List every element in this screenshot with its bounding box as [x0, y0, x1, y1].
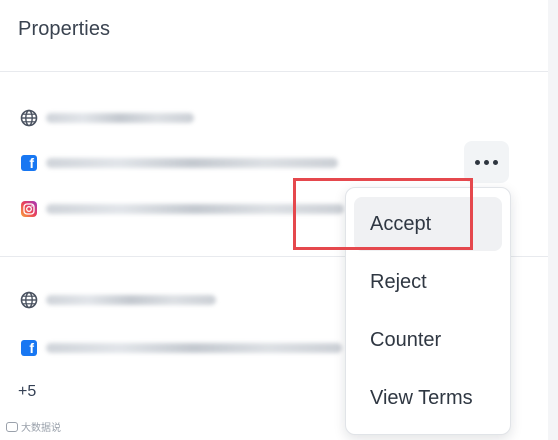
facebook-icon: f [20, 339, 38, 357]
more-dot [493, 159, 498, 165]
redacted-value [46, 343, 342, 353]
watermark: 大数据说 [6, 419, 61, 434]
more-properties-count[interactable]: +5 [18, 383, 36, 401]
more-options-button[interactable] [464, 141, 509, 183]
property-row-facebook[interactable]: f [20, 338, 342, 358]
menu-item-view-terms[interactable]: View Terms [354, 371, 502, 425]
menu-item-reject[interactable]: Reject [354, 255, 502, 309]
property-row-instagram[interactable] [20, 199, 344, 219]
globe-icon [20, 291, 38, 309]
property-row-facebook[interactable]: f [20, 153, 338, 173]
redacted-value [46, 113, 194, 123]
redacted-value [46, 204, 344, 214]
panel-title: Properties [18, 18, 111, 40]
property-row-website[interactable] [20, 108, 194, 128]
redacted-value [46, 158, 338, 168]
menu-item-accept[interactable]: Accept [354, 197, 502, 251]
more-horizontal-icon [475, 159, 480, 165]
redacted-value [46, 295, 216, 305]
right-edge-gutter [548, 0, 558, 440]
more-dot [484, 159, 489, 165]
property-row-website[interactable] [20, 290, 216, 310]
instagram-icon [20, 200, 38, 218]
actions-menu: Accept Reject Counter View Terms [345, 187, 511, 435]
watermark-logo-icon [6, 421, 18, 432]
header-divider [0, 71, 548, 72]
watermark-text: 大数据说 [21, 423, 61, 434]
globe-icon [20, 109, 38, 127]
menu-item-counter[interactable]: Counter [354, 313, 502, 367]
facebook-icon: f [20, 154, 38, 172]
